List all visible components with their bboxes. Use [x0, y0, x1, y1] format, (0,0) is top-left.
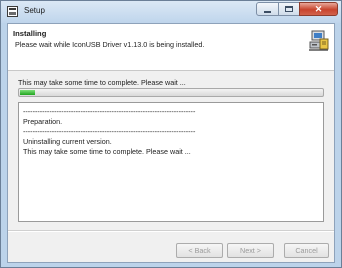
- setup-app-icon: [7, 6, 18, 17]
- title-bar[interactable]: Setup ✕: [1, 1, 341, 23]
- dialog-body: Installing Please wait while IconUSB Dri…: [7, 23, 335, 263]
- maximize-icon: [285, 6, 293, 12]
- page-subtitle: Please wait while IconUSB Driver v1.13.0…: [15, 40, 205, 49]
- back-button[interactable]: < Back: [176, 243, 223, 258]
- close-icon: ✕: [314, 3, 323, 14]
- maximize-button[interactable]: [278, 2, 300, 16]
- installer-computer-icon: [309, 30, 329, 51]
- status-text: This may take some time to complete. Ple…: [18, 78, 186, 87]
- log-line: Uninstalling current version.: [23, 137, 112, 146]
- install-progress-bar: [18, 88, 324, 97]
- minimize-button[interactable]: [256, 2, 279, 16]
- minimize-icon: [264, 10, 271, 13]
- header-panel: Installing Please wait while IconUSB Dri…: [8, 24, 334, 71]
- close-button[interactable]: ✕: [299, 2, 338, 16]
- next-button[interactable]: Next >: [227, 243, 274, 258]
- install-log[interactable]: ----------------------------------------…: [18, 102, 324, 222]
- setup-window: Setup ✕ Installing Please wait while Ico…: [0, 0, 342, 268]
- window-title: Setup: [24, 6, 45, 15]
- caption-buttons: ✕: [256, 2, 338, 17]
- log-line: ----------------------------------------…: [23, 127, 196, 136]
- footer-divider: [8, 230, 334, 232]
- log-line: This may take some time to complete. Ple…: [23, 147, 191, 156]
- log-line: ----------------------------------------…: [23, 107, 196, 116]
- cancel-button[interactable]: Cancel: [284, 243, 329, 258]
- page-title: Installing: [13, 29, 47, 38]
- log-line: Preparation.: [23, 117, 63, 126]
- progress-fill: [20, 90, 35, 95]
